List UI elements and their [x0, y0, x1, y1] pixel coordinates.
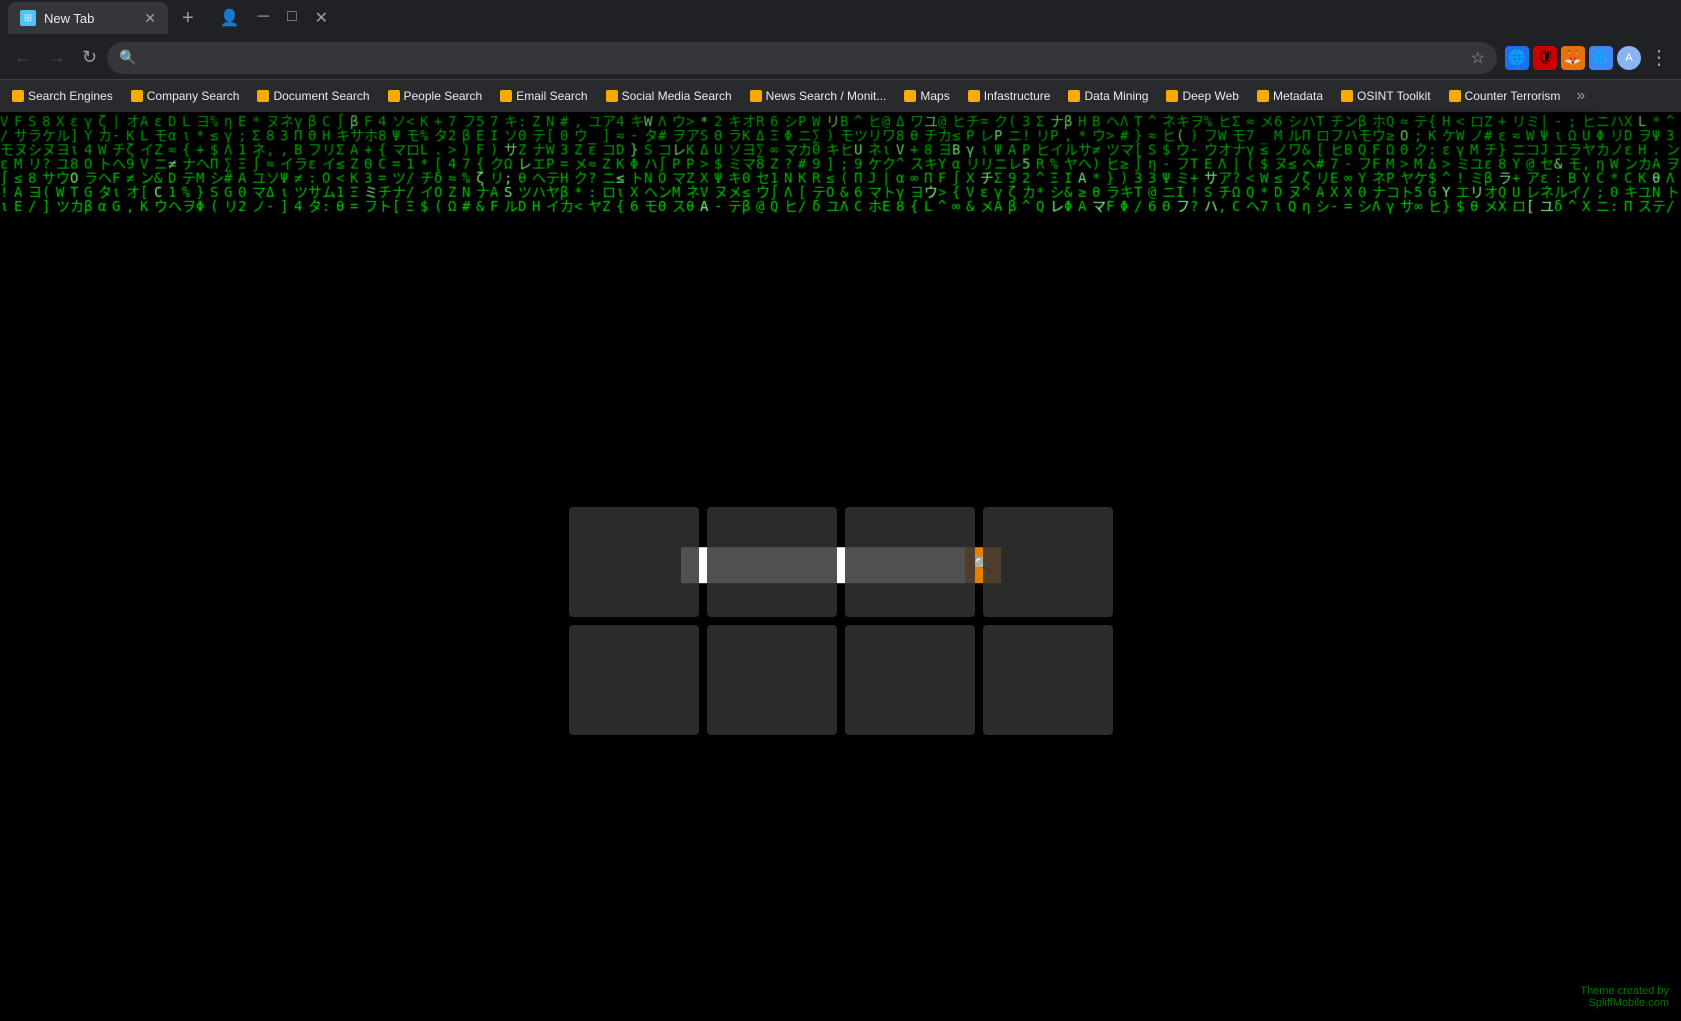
attribution: Theme created by SpliffMobile.com	[1580, 985, 1669, 1009]
speed-dial-item-8[interactable]	[983, 625, 1113, 735]
bookmark-folder-icon	[1257, 90, 1269, 102]
bookmark-folder-icon	[606, 90, 618, 102]
tab-favicon: ⊞	[20, 10, 36, 26]
extension-icon-4[interactable]: 🌐	[1589, 46, 1613, 70]
speed-dial-item-3[interactable]	[845, 507, 975, 617]
attribution-line2: SpliffMobile.com	[1580, 997, 1669, 1009]
bookmark-folder-icon	[12, 90, 24, 102]
bookmark-label: News Search / Monit...	[766, 89, 887, 103]
bookmark-label: Data Mining	[1084, 89, 1148, 103]
bookmark-osint[interactable]: OSINT Toolkit	[1333, 84, 1439, 108]
bookmark-label: Maps	[920, 89, 949, 103]
bookmark-label: Company Search	[147, 89, 240, 103]
overflow-container: » Internet Monitoring › Photography › En…	[1570, 85, 1591, 107]
back-button[interactable]: ←	[8, 43, 38, 72]
tab-label: New Tab	[44, 11, 94, 26]
bookmark-folder-icon	[500, 90, 512, 102]
bookmark-document-search[interactable]: Document Search	[249, 84, 377, 108]
bookmark-search-engines[interactable]: Search Engines	[4, 84, 121, 108]
speed-dial-item-6[interactable]	[707, 625, 837, 735]
bookmark-folder-icon	[1449, 90, 1461, 102]
speed-dial-item-7[interactable]	[845, 625, 975, 735]
bookmark-star-icon[interactable]: ☆	[1471, 48, 1485, 68]
bookmark-deep-web[interactable]: Deep Web	[1158, 84, 1246, 108]
close-window-button[interactable]: ✕	[307, 6, 336, 30]
refresh-button[interactable]: ↻	[76, 43, 103, 72]
address-input[interactable]	[145, 50, 1463, 66]
bookmark-folder-icon	[1341, 90, 1353, 102]
speed-dial-item-1[interactable]	[569, 507, 699, 617]
bookmark-label: Email Search	[516, 89, 587, 103]
bookmark-label: Search Engines	[28, 89, 113, 103]
user-icon[interactable]: 👤	[212, 6, 248, 30]
bookmark-data-mining[interactable]: Data Mining	[1060, 84, 1156, 108]
window-controls: 👤 ─ □ ✕	[212, 6, 336, 30]
bookmark-folder-icon	[904, 90, 916, 102]
bookmark-folder-icon	[131, 90, 143, 102]
bookmark-label: Document Search	[273, 89, 369, 103]
bookmark-email-search[interactable]: Email Search	[492, 84, 595, 108]
chrome-frame: ⊞ New Tab ✕ + 👤 ─ □ ✕ ← → ↻ 🔍 ☆ 🌐 🛡 🦊 🌐 …	[0, 0, 1681, 1021]
browser-tab[interactable]: ⊞ New Tab ✕	[8, 2, 168, 34]
speed-dial-item-4[interactable]	[983, 507, 1113, 617]
bookmark-label: Metadata	[1273, 89, 1323, 103]
speed-dial-item-5[interactable]	[569, 625, 699, 735]
bookmarks-overflow-button[interactable]: »	[1570, 85, 1591, 107]
bookmark-social-media[interactable]: Social Media Search	[598, 84, 740, 108]
speed-dial-grid	[569, 507, 1113, 735]
title-bar: ⊞ New Tab ✕ + 👤 ─ □ ✕	[0, 0, 1681, 36]
bookmark-folder-icon	[388, 90, 400, 102]
bookmark-label: Counter Terrorism	[1465, 89, 1561, 103]
bookmark-folder-icon	[750, 90, 762, 102]
extension-icon-2[interactable]: 🛡	[1533, 46, 1557, 70]
main-content: 🔍 Theme created by SpliffMobile.com	[0, 112, 1681, 1021]
forward-button[interactable]: →	[42, 43, 72, 72]
address-bar[interactable]: 🔍 ☆	[107, 42, 1497, 74]
chrome-menu-button[interactable]: ⋮	[1645, 43, 1673, 72]
bookmark-label: Deep Web	[1182, 89, 1238, 103]
user-avatar[interactable]: A	[1617, 46, 1641, 70]
bookmark-people-search[interactable]: People Search	[380, 84, 491, 108]
maximize-button[interactable]: □	[279, 6, 305, 30]
speed-dial-item-2[interactable]	[707, 507, 837, 617]
bookmark-folder-icon	[1166, 90, 1178, 102]
bookmark-maps[interactable]: Maps	[896, 84, 957, 108]
bookmark-company-search[interactable]: Company Search	[123, 84, 248, 108]
bookmark-label: Social Media Search	[622, 89, 732, 103]
minimize-button[interactable]: ─	[250, 6, 277, 30]
bookmark-metadata[interactable]: Metadata	[1249, 84, 1331, 108]
nav-right-controls: 🌐 🛡 🦊 🌐 A ⋮	[1505, 43, 1673, 72]
bookmark-label: People Search	[404, 89, 483, 103]
bookmark-folder-icon	[968, 90, 980, 102]
tab-close-button[interactable]: ✕	[144, 10, 156, 27]
extension-icon-3[interactable]: 🦊	[1561, 46, 1585, 70]
bookmark-news-search[interactable]: News Search / Monit...	[742, 84, 895, 108]
bookmark-infrastructure[interactable]: Infastructure	[960, 84, 1059, 108]
bookmarks-bar: Search Engines Company Search Document S…	[0, 80, 1681, 112]
nav-bar: ← → ↻ 🔍 ☆ 🌐 🛡 🦊 🌐 A ⋮	[0, 36, 1681, 80]
bookmark-label: OSINT Toolkit	[1357, 89, 1431, 103]
bookmark-counter-terrorism[interactable]: Counter Terrorism	[1441, 84, 1569, 108]
extension-icon-1[interactable]: 🌐	[1505, 46, 1529, 70]
bookmark-label: Infastructure	[984, 89, 1051, 103]
attribution-line1: Theme created by	[1580, 985, 1669, 997]
address-search-icon: 🔍	[119, 49, 136, 66]
new-tab-button[interactable]: +	[176, 7, 200, 30]
bookmark-folder-icon	[1068, 90, 1080, 102]
bookmark-folder-icon	[257, 90, 269, 102]
